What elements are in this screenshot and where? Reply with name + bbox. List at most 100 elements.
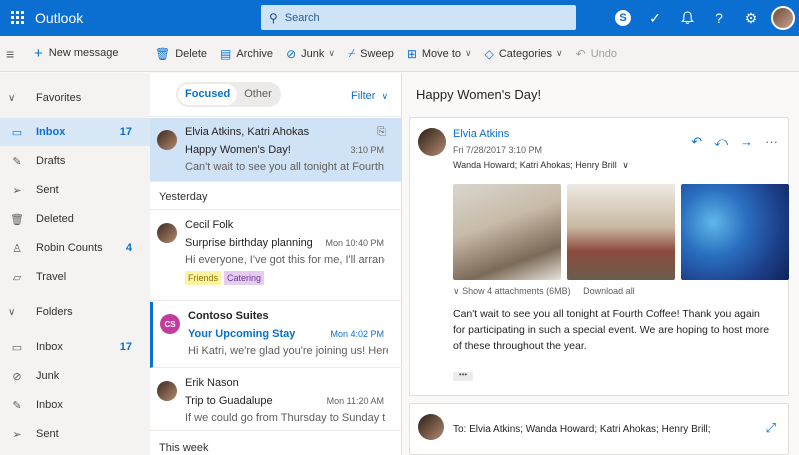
recipients[interactable]: Wanda Howard; Katri Ahokas; Henry Brill … — [453, 160, 629, 171]
tab-focused[interactable]: Focused — [178, 84, 238, 105]
inbox-icon: ▭ — [11, 126, 23, 139]
category-tags: Friends Catering — [185, 271, 267, 285]
download-all-link[interactable]: Download all — [583, 286, 635, 296]
avatar[interactable] — [418, 128, 446, 156]
reply-recipients[interactable]: To: Elvia Atkins; Wanda Howard; Katri Ah… — [453, 424, 711, 435]
chevron-down-icon: ∨ — [8, 92, 16, 104]
sidebar-item-drafts[interactable]: ✎ Drafts — [0, 147, 150, 175]
folder-pane: ∨ Favorites ▭ Inbox 17 ✎ Drafts ➢ Sent 🗑… — [0, 73, 150, 455]
show-attachments-link[interactable]: ∨ Show 4 attachments (6MB) — [453, 286, 571, 296]
skype-icon[interactable]: S — [607, 0, 639, 36]
undo-icon: ↶ — [575, 46, 586, 61]
bell-icon[interactable] — [671, 0, 703, 36]
group-header-yesterday: Yesterday — [150, 184, 402, 210]
categories-button[interactable]: ◇ Categories ∨ — [485, 47, 563, 61]
show-quoted-button[interactable]: ••• — [453, 371, 473, 381]
favorites-header[interactable]: ∨ Favorites — [0, 84, 150, 112]
list-item[interactable]: CS Contoso Suites Your Upcoming Stay Mon… — [150, 302, 402, 368]
avatar — [157, 223, 177, 243]
app-title[interactable]: Outlook — [35, 10, 83, 26]
category-tag-catering[interactable]: Catering — [224, 271, 265, 285]
paperclip-icon: ⎘ — [377, 126, 386, 138]
block-icon: ⊘ — [12, 370, 22, 383]
avatar — [157, 130, 177, 150]
chevron-down-icon: ∨ — [453, 286, 463, 296]
pencil-icon: ✎ — [12, 399, 22, 412]
move-to-button[interactable]: ⊞ Move to ∨ — [407, 47, 472, 61]
search-box[interactable]: ⚲ — [261, 5, 576, 30]
junk-button[interactable]: ⊘ Junk ∨ — [286, 47, 335, 61]
avatar[interactable] — [771, 6, 795, 30]
avatar — [418, 414, 444, 440]
sidebar-item-folder-junk[interactable]: ⊘ Junk — [0, 362, 150, 390]
list-item[interactable]: Erik Nason Trip to Guadalupe Mon 11:20 A… — [150, 369, 402, 431]
sweep-button[interactable]: ⌿ Sweep — [348, 46, 394, 61]
checkmark-icon[interactable]: ✓ — [639, 0, 671, 36]
conversation-title: Happy Women's Day! — [416, 87, 542, 102]
sidebar-item-folder-sent[interactable]: ➢ Sent — [0, 420, 150, 448]
folder-icon: ▱ — [12, 271, 22, 284]
sidebar-item-inbox[interactable]: ▭ Inbox 17 — [0, 118, 150, 146]
expand-icon[interactable]: ⤢ — [766, 420, 776, 436]
reply-compose[interactable]: To: Elvia Atkins; Wanda Howard; Katri Ah… — [409, 403, 789, 455]
reply-icon[interactable]: ↶ — [691, 134, 702, 150]
avatar: CS — [160, 314, 180, 334]
archive-button[interactable]: ▤ Archive — [220, 47, 273, 61]
forward-icon[interactable]: → — [740, 134, 753, 150]
inbox-icon: ▭ — [11, 341, 23, 354]
send-icon: ➢ — [12, 184, 22, 197]
waffle-grid — [11, 11, 24, 24]
more-icon[interactable]: ··· — [765, 134, 778, 150]
undo-button[interactable]: ↶ Undo — [576, 47, 617, 61]
sidebar-item-robin-counts[interactable]: ♙ Robin Counts 4 — [0, 234, 150, 262]
archive-icon: ▤ — [220, 46, 232, 61]
sidebar-item-travel[interactable]: ▱ Travel — [0, 263, 150, 291]
attachment-bar: ∨ Show 4 attachments (6MB) Download all — [453, 286, 635, 297]
chevron-down-icon: ∨ — [465, 48, 472, 58]
message-list: Focused Other Filter ∨ Elvia Atkins, Kat… — [150, 73, 402, 455]
message-date: Fri 7/28/2017 3:10 PM — [453, 145, 543, 155]
gear-icon[interactable]: ⚙ — [735, 0, 767, 36]
message-card: Elvia Atkins Fri 7/28/2017 3:10 PM Wanda… — [409, 117, 789, 396]
delete-button[interactable]: 🗑 Delete — [155, 47, 207, 61]
list-item[interactable]: Cecil Folk Surprise birthday planning Mo… — [150, 211, 402, 301]
sidebar-item-deleted[interactable]: 🗑 Deleted — [0, 205, 150, 233]
category-tag-friends[interactable]: Friends — [185, 271, 222, 285]
hamburger-icon[interactable]: ≡ — [6, 46, 14, 62]
waffle-icon[interactable] — [0, 0, 36, 36]
chevron-down-icon: ∨ — [381, 91, 389, 101]
person-icon: ♙ — [12, 242, 22, 255]
command-list: 🗑 Delete ▤ Archive ⊘ Junk ∨ ⌿ Sweep ⊞ Move to ∨… — [155, 46, 630, 61]
top-bar: Outlook ⚲ S ✓ ? ⚙ — [0, 0, 799, 36]
reply-all-icon[interactable]: ⤺ — [714, 134, 728, 150]
send-icon: ➢ — [12, 428, 22, 441]
attachment-thumbnail[interactable] — [567, 184, 675, 280]
chevron-down-icon[interactable]: ∨ — [328, 48, 335, 59]
filter-button[interactable]: Filter ∨ — [351, 90, 388, 102]
folder-move-icon: ⊞ — [406, 46, 417, 61]
command-bar: ≡ + New message 🗑 Delete ▤ Archive ⊘ Junk ∨ … — [0, 36, 799, 72]
avatar — [157, 381, 177, 401]
list-item[interactable]: Elvia Atkins, Katri Ahokas ⎘ Happy Women… — [150, 118, 402, 182]
chevron-down-icon: ∨ — [622, 160, 629, 170]
tab-other[interactable]: Other — [237, 84, 279, 105]
sidebar-item-folder-inbox[interactable]: ▭ Inbox 17 — [0, 333, 150, 361]
trash-icon: 🗑 — [155, 46, 171, 61]
attachment-thumbnail[interactable] — [681, 184, 789, 280]
pencil-icon: ✎ — [12, 155, 22, 168]
trash-icon: 🗑 — [10, 213, 24, 226]
broom-icon: ⌿ — [347, 46, 356, 60]
sidebar-item-folder-inbox-2[interactable]: ✎ Inbox — [0, 391, 150, 419]
new-message-button[interactable]: + New message — [34, 46, 118, 61]
message-body: Can't wait to see you all tonight at Fou… — [453, 308, 770, 352]
chevron-down-icon: ∨ — [556, 48, 563, 58]
search-input[interactable] — [284, 11, 545, 24]
top-icons: S ✓ ? ⚙ — [607, 0, 799, 36]
attachment-thumbnail[interactable] — [453, 184, 561, 280]
sender-name[interactable]: Elvia Atkins — [453, 128, 509, 140]
folders-header[interactable]: ∨ Folders — [0, 298, 150, 326]
group-header-this-week: This week — [159, 442, 209, 454]
chevron-down-icon: ∨ — [8, 306, 16, 318]
help-icon[interactable]: ? — [703, 0, 735, 36]
sidebar-item-sent[interactable]: ➢ Sent — [0, 176, 150, 204]
